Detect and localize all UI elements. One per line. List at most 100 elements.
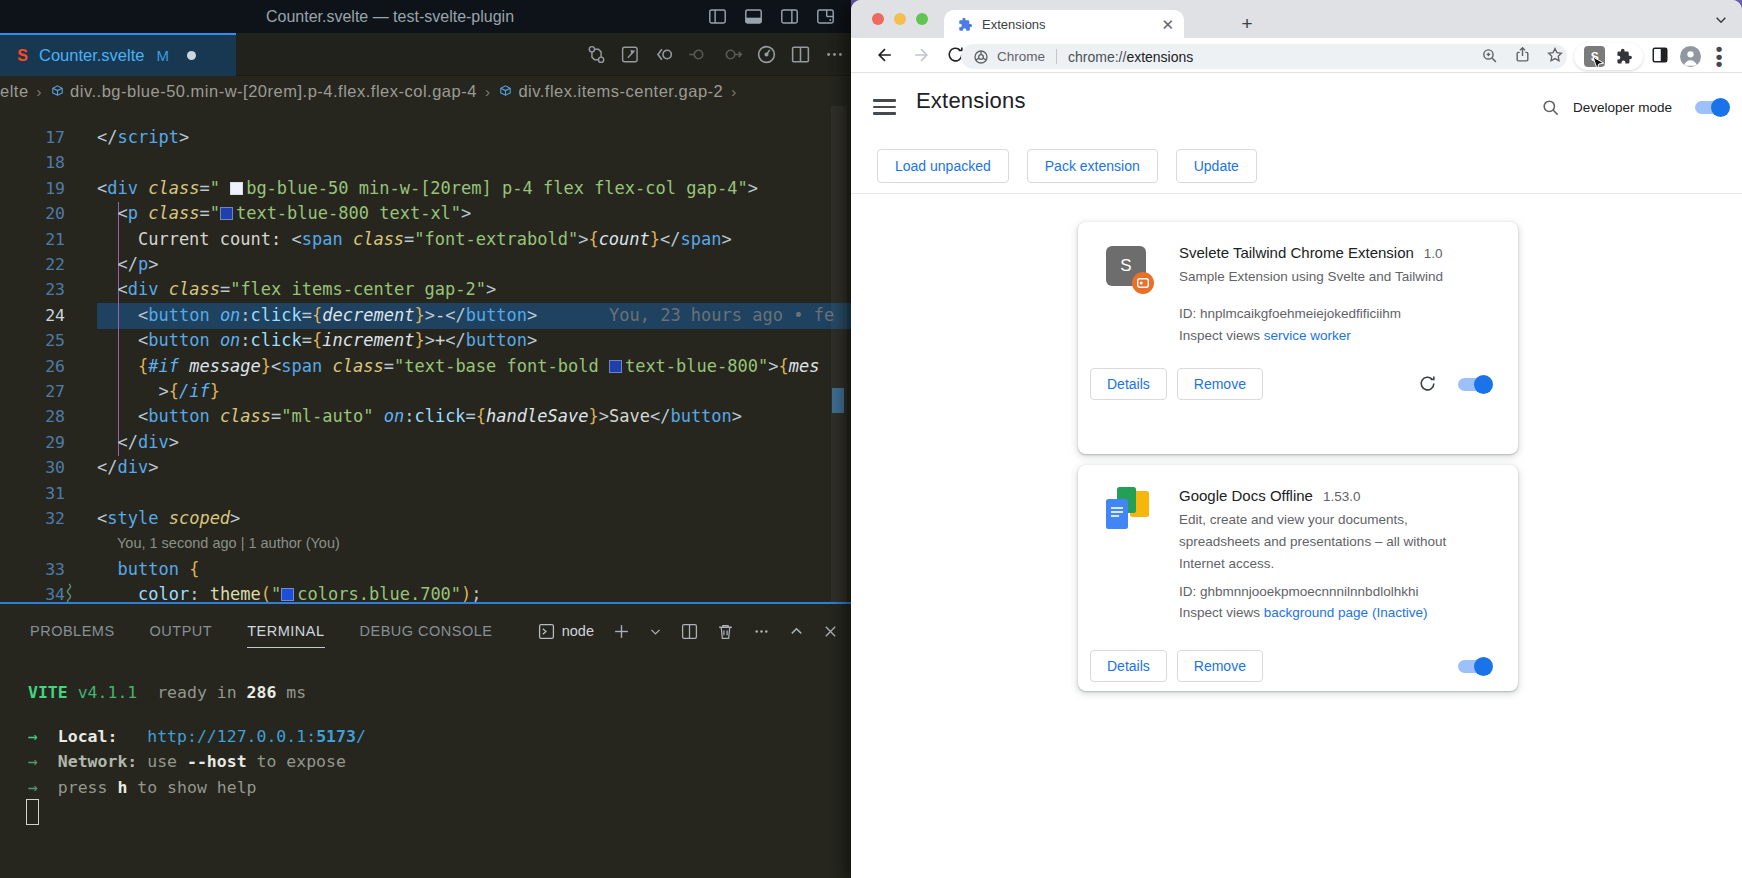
color-swatch — [230, 182, 243, 195]
load-unpacked-button[interactable]: Load unpacked — [877, 149, 1009, 183]
open-changes-icon[interactable] — [620, 44, 641, 65]
git-compare-icon[interactable] — [586, 44, 607, 65]
terminal-line: VITE v4.1.1 ready in 286 ms — [28, 680, 306, 705]
new-tab-button[interactable]: + — [1233, 10, 1261, 38]
chrome-tab-strip: Extensions ✕ + — [851, 0, 1742, 38]
terminal-line: → Local: http://127.0.0.1:5173/ — [28, 724, 366, 749]
active-extension-pill: S — [1574, 43, 1643, 70]
reading-mode-icon[interactable] — [1651, 46, 1669, 64]
tab-unsaved-dot[interactable] — [187, 51, 196, 60]
more-actions-icon[interactable] — [824, 44, 845, 65]
extension-card-docs: Google Docs Offline1.53.0Edit, create an… — [1078, 465, 1518, 691]
line-number: 25 — [0, 328, 65, 353]
forward-icon[interactable] — [911, 45, 931, 65]
extension-version: 1.53.0 — [1323, 489, 1361, 504]
terminal-line: → Network: use --host to expose — [28, 749, 346, 774]
extension-description: Edit, create and view your documents, — [1179, 509, 1408, 531]
extension-favicon — [958, 17, 973, 32]
toggle-secondary-sidebar-icon[interactable] — [780, 7, 799, 26]
extension-enabled-toggle[interactable] — [1458, 378, 1491, 391]
terminal-line: → press h to show help — [28, 775, 257, 800]
tab-title: Extensions — [982, 17, 1152, 32]
code-line-30: </div> — [97, 455, 158, 480]
site-info-icon[interactable] — [973, 49, 989, 65]
editor-scrollbar[interactable] — [831, 106, 847, 602]
address-bar[interactable]: Chrome chrome://extensions — [961, 44, 1567, 69]
color-swatch — [281, 588, 294, 601]
close-tab-icon[interactable]: ✕ — [1161, 17, 1174, 32]
bookmark-star-icon[interactable] — [1546, 46, 1564, 64]
line-number: 33 — [0, 557, 65, 582]
screen: Counter.svelte — test-svelte-plugin S Co… — [0, 0, 1742, 878]
vscode-window-title: Counter.svelte — test-svelte-plugin — [0, 0, 780, 33]
extensions-puzzle-icon[interactable] — [1616, 48, 1633, 65]
code-line-27: >{/if} — [97, 379, 220, 404]
prev-change-icon[interactable] — [688, 44, 709, 65]
code-line-26: {#if message}<span class="text-base font… — [97, 354, 819, 379]
toggle-panel-icon[interactable] — [744, 7, 763, 26]
terminal-output[interactable]: VITE v4.1.1 ready in 286 ms → Local: http… — [0, 604, 851, 878]
code-line-34: color: theme("colors.blue.700"); — [97, 582, 482, 602]
share-icon[interactable] — [1514, 46, 1531, 63]
pack-extension-button[interactable]: Pack extension — [1027, 149, 1158, 183]
extension-id: ID: hnplmcaikgfoehmeiejokedfificiihm — [1179, 306, 1401, 321]
customize-layout-icon[interactable] — [816, 7, 835, 26]
developer-mode-label: Developer mode — [1573, 100, 1672, 115]
breadcrumb-item[interactable]: div.flex.items-center.gap-2 — [518, 82, 723, 101]
line-number: 24 — [0, 303, 65, 328]
details-button[interactable]: Details — [1090, 650, 1167, 682]
extension-description: spreadsheets and presentations – all wit… — [1179, 531, 1446, 553]
google-docs-icon — [1106, 487, 1152, 533]
next-change-icon[interactable] — [722, 44, 743, 65]
inspect-views-link[interactable]: background page (Inactive) — [1264, 605, 1428, 620]
line-number: 30 — [0, 455, 65, 480]
editor-actions — [586, 33, 845, 76]
header-divider — [851, 193, 1742, 194]
minimize-window-button[interactable] — [894, 13, 906, 25]
breadcrumb-item[interactable]: elte — [0, 82, 29, 101]
browser-tab-extensions[interactable]: Extensions ✕ — [944, 10, 1184, 38]
breadcrumb-item[interactable]: div..bg-blue-50.min-w-[20rem].p-4.flex.f… — [70, 82, 477, 101]
vscode-tab-bar: S Counter.svelte M — [0, 33, 851, 76]
developer-mode-toggle[interactable] — [1695, 101, 1728, 114]
code-line-17: </script> — [97, 125, 189, 150]
chrome-menu-icon[interactable]: ••• — [1715, 45, 1723, 68]
page-title: Extensions — [916, 88, 1026, 114]
svelte-extension-toolbar-icon[interactable]: S — [1584, 46, 1605, 67]
remove-button[interactable]: Remove — [1177, 368, 1263, 400]
menu-hamburger-icon[interactable] — [873, 99, 896, 115]
back-icon[interactable] — [875, 45, 895, 65]
color-swatch — [220, 207, 233, 220]
details-button[interactable]: Details — [1090, 368, 1167, 400]
split-editor-icon[interactable] — [790, 44, 811, 65]
remove-button[interactable]: Remove — [1177, 650, 1263, 682]
line-number: 32 — [0, 506, 65, 531]
update-button[interactable]: Update — [1176, 149, 1257, 183]
line-number: 22 — [0, 252, 65, 277]
git-blame-annotation: You, 1 second ago | 1 author (You) — [117, 531, 340, 556]
code-line-24: <button on:click={decrement}>-</button> … — [97, 303, 834, 328]
inspect-views-link[interactable]: service worker — [1264, 328, 1351, 343]
profile-avatar[interactable] — [1680, 46, 1701, 67]
code-line-32: <style scoped> — [97, 506, 240, 531]
line-number: 27 — [0, 379, 65, 404]
toggle-sidebar-icon[interactable] — [708, 7, 727, 26]
reload-extension-icon[interactable] — [1418, 374, 1437, 393]
line-number: 20 — [0, 201, 65, 226]
search-icon[interactable] — [1541, 98, 1560, 117]
extension-enabled-toggle[interactable] — [1458, 660, 1491, 673]
code-editor[interactable]: 171819202122232425262728293031323334 </s… — [0, 106, 851, 602]
run-profile-icon[interactable] — [756, 44, 777, 65]
zoom-window-button[interactable] — [916, 13, 928, 25]
close-window-button[interactable] — [872, 13, 884, 25]
extension-version: 1.0 — [1424, 246, 1443, 261]
code-line-33: button { — [97, 557, 199, 582]
tab-search-chevron-icon[interactable] — [1714, 13, 1728, 27]
editor-tab-counter-svelte[interactable]: S Counter.svelte M — [0, 33, 236, 76]
back-reference-icon[interactable] — [654, 44, 675, 65]
zoom-icon[interactable] — [1481, 47, 1498, 64]
breadcrumb-chevron: › — [37, 83, 43, 100]
extension-card-svelte: SSvelete Tailwind Chrome Extension1.0Sam… — [1078, 222, 1518, 454]
vscode-window: Counter.svelte — test-svelte-plugin S Co… — [0, 0, 851, 878]
mouse-cursor — [1592, 56, 1606, 72]
